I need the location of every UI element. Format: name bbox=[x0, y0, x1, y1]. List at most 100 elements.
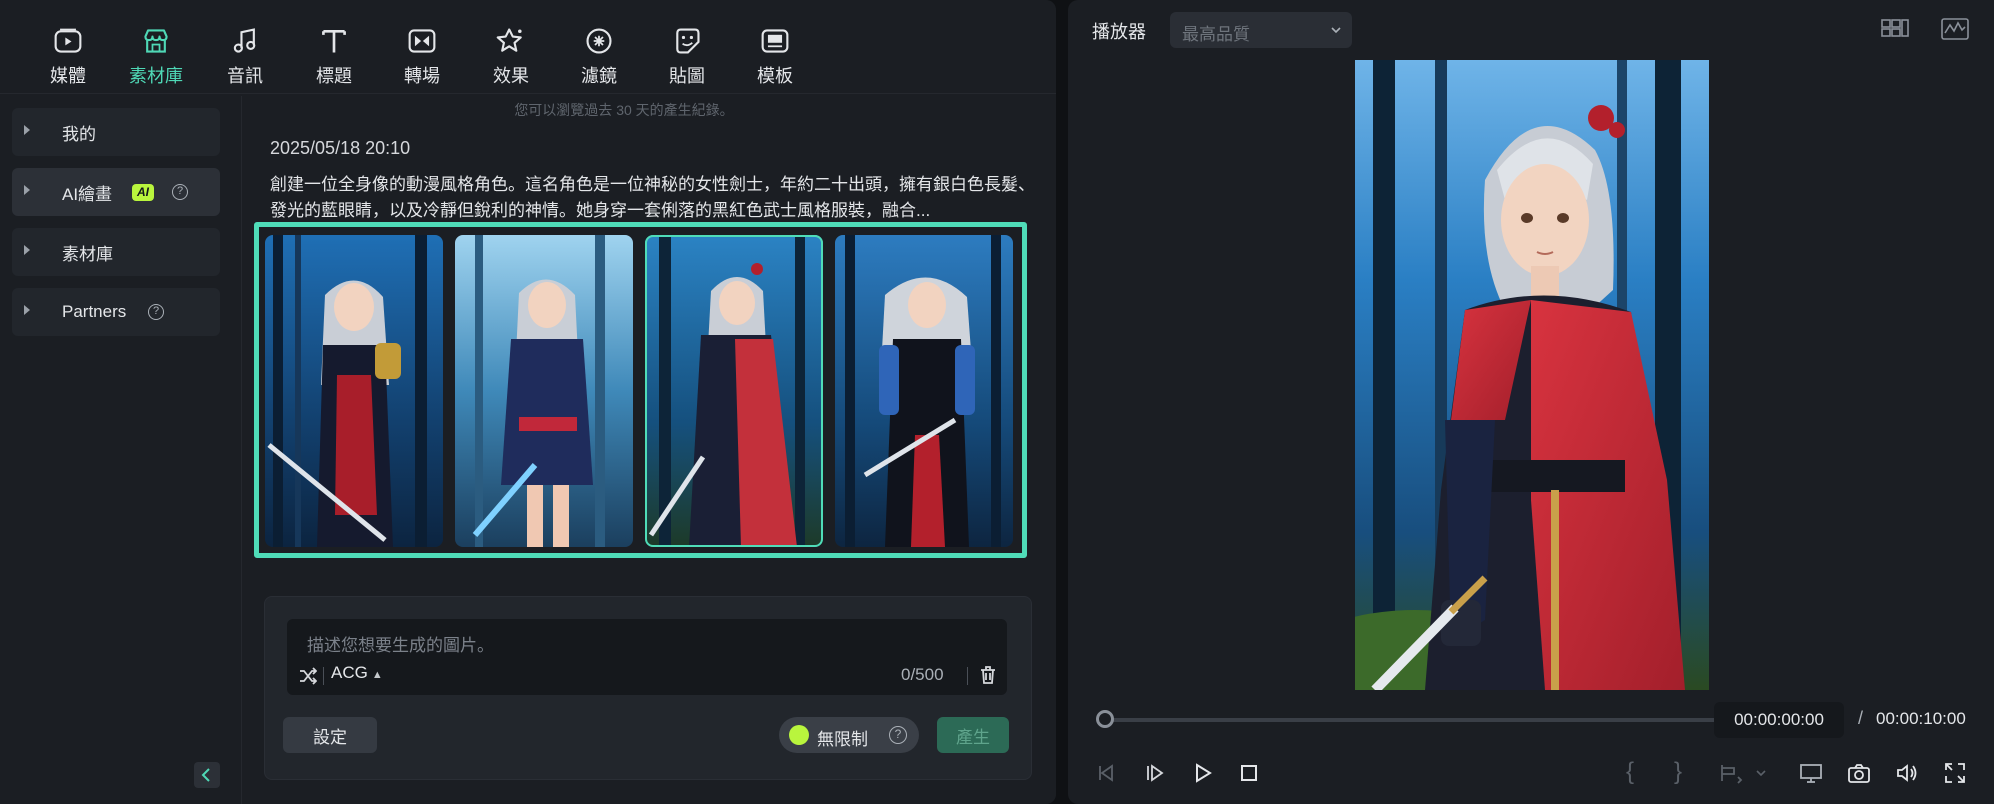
history-note: 您可以瀏覽過去 30 天的產生紀錄。 bbox=[514, 102, 734, 118]
toolbar-template-label: 模板 bbox=[757, 66, 793, 86]
samurai-girl-image bbox=[455, 235, 633, 547]
chevron-left-icon bbox=[201, 768, 210, 782]
divider bbox=[323, 667, 324, 685]
divider bbox=[967, 667, 968, 685]
generate-button[interactable]: 產生 bbox=[937, 717, 1009, 753]
toolbar-store-label: 素材庫 bbox=[129, 66, 183, 86]
toolbar-sticker-label: 貼圖 bbox=[669, 66, 705, 86]
unlimited-label: 無限制 bbox=[817, 730, 868, 749]
toolbar-sticker[interactable]: 貼圖 bbox=[652, 26, 722, 88]
playback-timeline[interactable] bbox=[1104, 718, 1754, 722]
toolbar-filter-label: 濾鏡 bbox=[581, 66, 617, 86]
settings-button[interactable]: 設定 bbox=[283, 717, 377, 753]
camera-icon bbox=[1848, 764, 1870, 783]
left-panel: 媒體 素材庫 音訊 標題 轉場 效果 濾鏡 貼圖 模板 我的 AI繪畫 AI ?… bbox=[0, 0, 1056, 804]
sidebar-item-label: 我的 bbox=[62, 124, 96, 144]
toolbar-template[interactable]: 模板 bbox=[740, 26, 810, 88]
fullscreen-button[interactable] bbox=[1942, 760, 1968, 786]
insert-to-timeline-button[interactable] bbox=[1718, 760, 1744, 786]
template-icon bbox=[761, 29, 789, 53]
generated-image[interactable] bbox=[265, 235, 443, 547]
generated-image-grid bbox=[254, 222, 1027, 558]
effects-icon bbox=[496, 28, 522, 52]
help-icon[interactable]: ? bbox=[148, 304, 164, 320]
caret-up-icon: ▲ bbox=[371, 669, 383, 681]
collapse-sidebar-button[interactable] bbox=[194, 762, 220, 788]
step-back-icon bbox=[1099, 764, 1113, 782]
toolbar-effects[interactable]: 效果 bbox=[476, 26, 546, 88]
mark-in-button[interactable]: { bbox=[1626, 758, 1634, 786]
style-dropdown[interactable]: ACG ▲ bbox=[331, 663, 383, 683]
chevron-down-icon bbox=[1756, 770, 1766, 777]
generated-image-selected[interactable] bbox=[645, 235, 823, 547]
toolbar-store[interactable]: 素材庫 bbox=[121, 26, 191, 88]
sidebar-item-partners[interactable]: Partners ? bbox=[12, 288, 220, 336]
text-title-icon bbox=[322, 29, 346, 53]
quality-dropdown[interactable]: 最高品質 bbox=[1170, 12, 1352, 48]
unlimited-toggle[interactable]: 無限制 ? bbox=[779, 717, 919, 753]
prompt-input[interactable]: 描述您想要生成的圖片。 ACG ▲ 0/500 bbox=[287, 619, 1007, 695]
stop-button[interactable] bbox=[1236, 760, 1262, 786]
samurai-girl-image bbox=[835, 235, 1013, 547]
prompt-placeholder: 描述您想要生成的圖片。 bbox=[307, 636, 494, 655]
insert-clip-icon bbox=[1721, 765, 1743, 784]
preview-area bbox=[1068, 60, 1994, 690]
insert-options-dropdown[interactable] bbox=[1748, 760, 1766, 786]
toolbar-title[interactable]: 標題 bbox=[299, 26, 369, 88]
toolbar-audio[interactable]: 音訊 bbox=[210, 26, 280, 88]
sidebar-item-mine[interactable]: 我的 bbox=[12, 108, 220, 156]
generation-prompt: 創建一位全身像的動漫風格角色。這名角色是一位神秘的女性劍士，年約二十出頭，擁有銀… bbox=[270, 175, 1035, 220]
generation-date: 2025/05/18 20:10 bbox=[270, 138, 411, 158]
previous-frame-button[interactable] bbox=[1094, 760, 1120, 786]
toolbar-title-label: 標題 bbox=[316, 66, 352, 86]
transition-icon bbox=[408, 29, 436, 53]
step-forward-icon bbox=[1147, 764, 1164, 782]
toolbar-effects-label: 效果 bbox=[493, 66, 529, 86]
snapshot-button[interactable] bbox=[1846, 760, 1872, 786]
help-icon[interactable]: ? bbox=[172, 184, 188, 200]
fullscreen-icon bbox=[1945, 763, 1965, 783]
waveform-monitor-icon[interactable] bbox=[1940, 16, 1970, 42]
current-time-field[interactable]: 00:00:00:00 bbox=[1714, 702, 1844, 738]
samurai-girl-image bbox=[645, 235, 823, 547]
volume-button[interactable] bbox=[1894, 760, 1920, 786]
sidebar-item-store[interactable]: 素材庫 bbox=[12, 228, 220, 276]
player-panel: 播放器 最高品質 00:00:00:00 / 00:00:10:00 {} bbox=[1068, 0, 1994, 804]
layout-grid-icon[interactable] bbox=[1880, 16, 1910, 42]
total-time: 00:00:10:00 bbox=[1876, 709, 1966, 728]
sidebar-item-ai-painting[interactable]: AI繪畫 AI ? bbox=[12, 168, 220, 216]
toolbar-media[interactable]: 媒體 bbox=[33, 26, 103, 88]
generated-image[interactable] bbox=[455, 235, 633, 547]
filter-icon bbox=[586, 28, 612, 54]
media-icon bbox=[54, 28, 82, 53]
mark-out-button[interactable]: } bbox=[1674, 758, 1682, 786]
toolbar-filter[interactable]: 濾鏡 bbox=[564, 26, 634, 88]
current-time: 00:00:00:00 bbox=[1734, 710, 1824, 729]
ai-badge: AI bbox=[132, 184, 154, 201]
toolbar-transition-label: 轉場 bbox=[404, 66, 440, 86]
toolbar-audio-label: 音訊 bbox=[227, 66, 263, 86]
play-button[interactable] bbox=[1190, 760, 1216, 786]
next-frame-button[interactable] bbox=[1142, 760, 1168, 786]
trash-icon[interactable] bbox=[979, 665, 997, 685]
caret-right-icon bbox=[24, 245, 30, 255]
generated-image[interactable] bbox=[835, 235, 1013, 547]
samurai-girl-preview-image bbox=[1355, 60, 1709, 690]
preview-image[interactable] bbox=[1355, 60, 1709, 690]
display-settings-button[interactable] bbox=[1798, 760, 1824, 786]
toolbar-media-label: 媒體 bbox=[50, 66, 86, 86]
samurai-girl-image bbox=[265, 235, 443, 547]
shuffle-icon[interactable] bbox=[299, 667, 317, 685]
help-icon[interactable]: ? bbox=[889, 726, 907, 744]
player-title: 播放器 bbox=[1092, 22, 1146, 42]
chevron-down-icon bbox=[1331, 27, 1341, 34]
caret-right-icon bbox=[24, 305, 30, 315]
playhead-handle[interactable] bbox=[1096, 710, 1114, 728]
ai-painting-panel: 您可以瀏覽過去 30 天的產生紀錄。 2025/05/18 20:10 創建一位… bbox=[244, 96, 1056, 804]
style-value: ACG bbox=[331, 663, 368, 682]
sidebar-item-label: Partners bbox=[62, 302, 127, 321]
volume-icon bbox=[1897, 764, 1917, 782]
toolbar-transition[interactable]: 轉場 bbox=[387, 26, 457, 88]
stop-icon bbox=[1241, 765, 1257, 781]
caret-right-icon bbox=[24, 125, 30, 135]
